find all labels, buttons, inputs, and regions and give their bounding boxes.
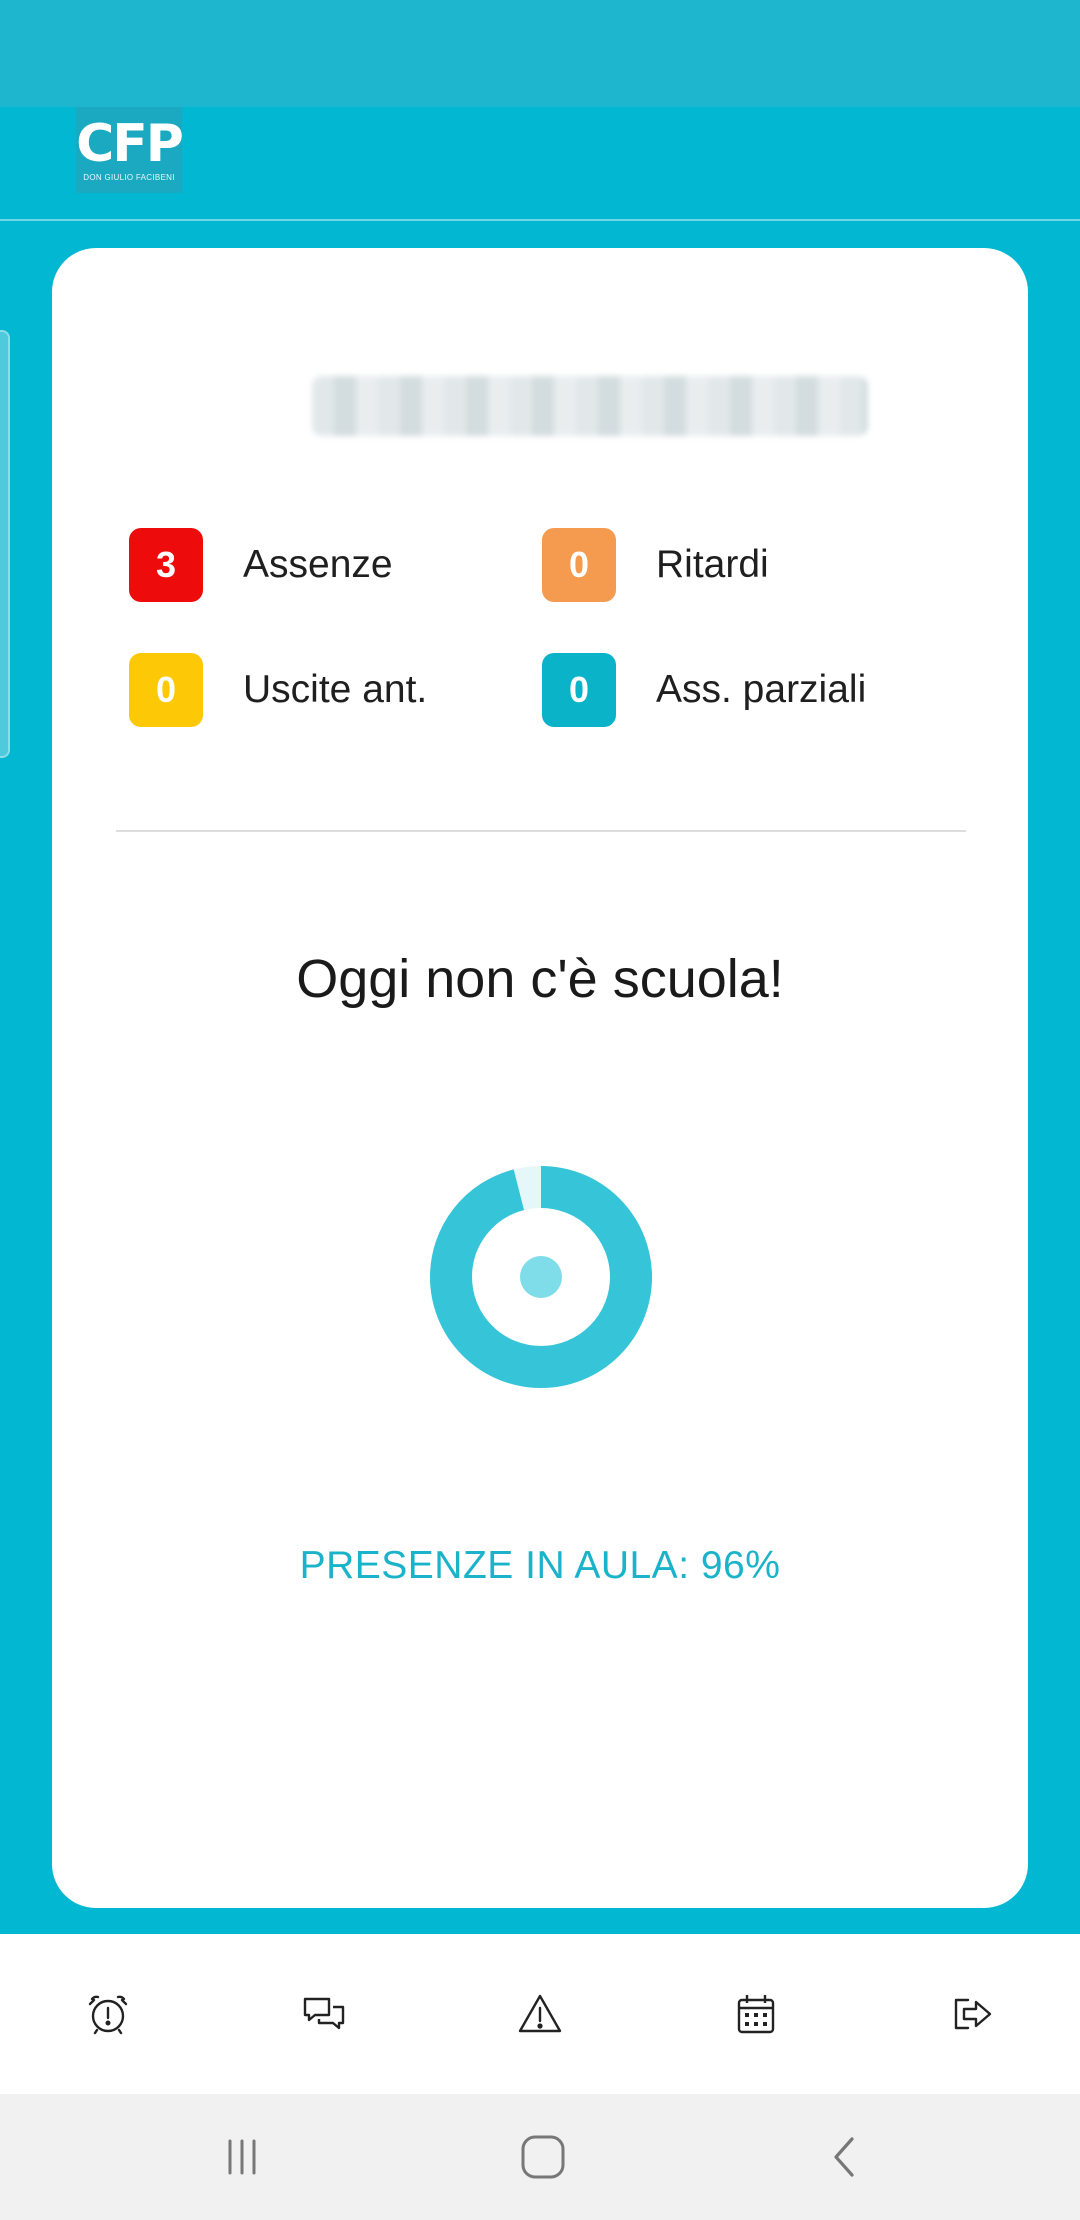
calendar-icon [737, 1995, 775, 2034]
logout-icon [954, 1998, 992, 2030]
stat-badge: 0 [542, 653, 616, 727]
system-navigation-bar [0, 2094, 1080, 2220]
nav-logout[interactable] [864, 1934, 1080, 2094]
stat-badge: 0 [542, 528, 616, 602]
stat-assenze: 3 Assenze [129, 528, 393, 602]
stat-label: Uscite ant. [243, 668, 428, 711]
stat-label: Ritardi [656, 543, 769, 586]
student-name-redacted [312, 376, 868, 436]
home-button[interactable] [483, 2094, 603, 2220]
stat-ritardi: 0 Ritardi [542, 528, 769, 602]
no-school-message: Oggi non c'è scuola! [296, 949, 784, 1009]
nav-alarm[interactable] [0, 1934, 216, 2094]
nav-notes[interactable] [432, 1934, 648, 2094]
home-icon [521, 2135, 565, 2179]
back-icon [834, 2137, 854, 2177]
stat-uscite: 0 Uscite ant. [129, 653, 427, 727]
logo-subtitle: DON GIULIO FACIBENI [83, 172, 175, 182]
app-header: CFP DON GIULIO FACIBENI [0, 107, 1080, 221]
warning-icon [518, 1994, 562, 2033]
bottom-navigation [0, 1934, 1080, 2094]
nav-calendar[interactable] [648, 1934, 864, 2094]
stat-ass-parziali: 0 Ass. parziali [542, 653, 866, 727]
attendance-percentage: PRESENZE IN AULA: 96% [299, 1544, 781, 1587]
status-bar [0, 0, 1080, 107]
donut-center-dot [520, 1256, 562, 1298]
stat-label: Ass. parziali [656, 668, 867, 711]
school-logo[interactable]: CFP DON GIULIO FACIBENI [76, 107, 184, 193]
attendance-donut-chart [430, 1166, 652, 1388]
alarm-clock-icon [88, 1995, 128, 2035]
stat-badge: 3 [129, 528, 203, 602]
nav-messages[interactable] [216, 1934, 432, 2094]
stat-badge: 0 [129, 653, 203, 727]
logo-mark: CFP [76, 113, 184, 174]
back-button[interactable] [786, 2094, 906, 2220]
chat-icon [303, 1997, 345, 2030]
divider [116, 830, 966, 832]
attendance-card: 3 Assenze 0 Ritardi 0 Uscite ant. 0 Ass.… [52, 248, 1028, 1908]
stat-label: Assenze [243, 543, 393, 586]
recents-button[interactable] [182, 2094, 302, 2220]
recents-icon [228, 2139, 256, 2175]
side-drawer-handle[interactable] [0, 330, 10, 758]
